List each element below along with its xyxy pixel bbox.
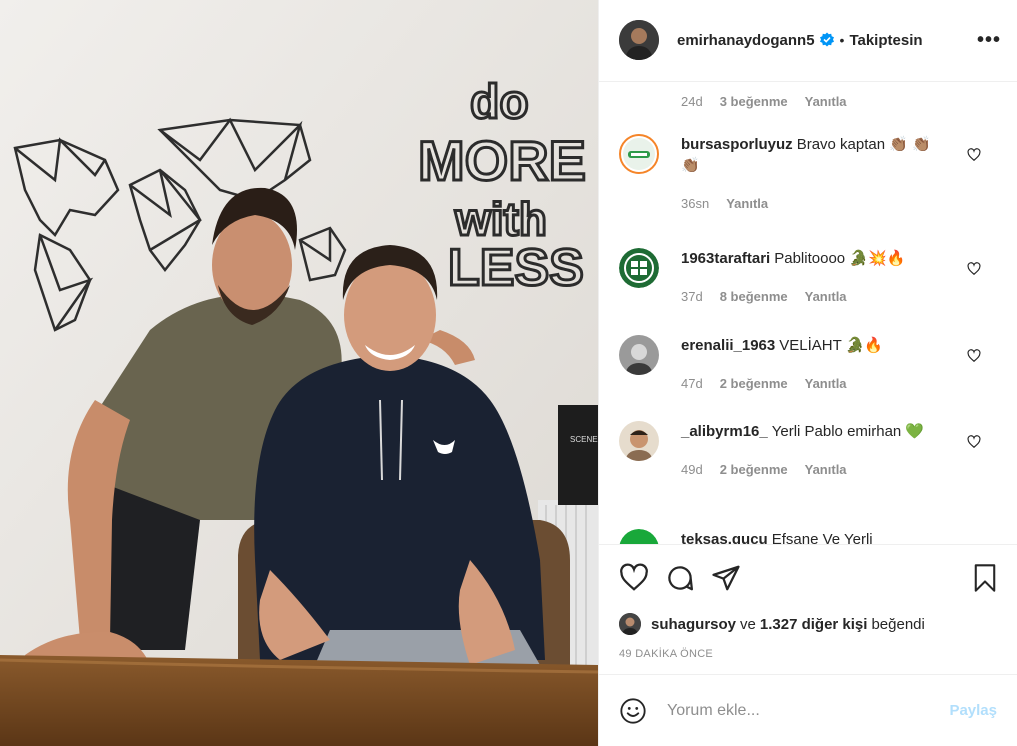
commenter-avatar[interactable] — [619, 334, 659, 375]
comment-likes[interactable]: 3 beğenme — [720, 94, 788, 109]
comment-text: VELİAHT 🐊🔥 — [779, 336, 884, 354]
likes-summary: suhagursoy ve 1.327 diğer kişi beğendi — [599, 610, 1017, 638]
comment-item: teksas.gucu Efsane Ve Yerli — [619, 528, 1001, 545]
comment-text: Pablitoooo 🐊💥🔥 — [774, 249, 906, 267]
comment-meta: 37d 8 beğenme Yanıtla — [681, 286, 943, 307]
likes-others-link[interactable]: 1.327 diğer kişi — [760, 616, 868, 633]
reply-button[interactable]: Yanıtla — [805, 286, 847, 307]
following-button[interactable]: Takiptesin — [849, 32, 922, 49]
liker-username[interactable]: suhagursoy — [651, 616, 736, 633]
comments-list[interactable]: 24d 3 beğenme Yanıtla bursasporluyuz Brav… — [599, 82, 1017, 545]
wall-text-more: MORE — [418, 129, 586, 192]
wall-text-with: with — [454, 193, 547, 245]
post-photo[interactable]: SCENE do MORE with LESS — [0, 0, 598, 746]
wall-text-do: do — [470, 76, 529, 129]
comment-item: erenalii_1963 VELİAHT 🐊🔥 47d 2 beğenme Ya… — [619, 334, 1001, 394]
comment-item: _alibyrm16_ Yerli Pablo emirhan 💚 49d 2 b… — [619, 420, 1001, 480]
comment-likes[interactable]: 2 beğenme — [720, 459, 788, 480]
commenter-username[interactable]: teksas.gucu — [681, 531, 768, 544]
comment-like-heart-icon[interactable] — [967, 262, 981, 281]
emoji-smiley-icon[interactable] — [619, 697, 647, 725]
comment-like-heart-icon[interactable] — [967, 435, 981, 454]
comment-meta: 36sn Yanıtla — [681, 193, 943, 214]
post-comment-button[interactable]: Paylaş — [949, 702, 997, 719]
prev-comment-meta: 24d 3 beğenme Yanıtla — [681, 94, 847, 109]
commenter-username[interactable]: bursasporluyuz — [681, 136, 793, 153]
author-username[interactable]: emirhanaydogann5 — [677, 32, 815, 49]
like-heart-icon[interactable] — [619, 563, 649, 593]
comment-item: 1963taraftari Pablitoooo 🐊💥🔥 37d 8 beğenm… — [619, 247, 1001, 307]
comment-text: Efsane Ve Yerli — [771, 530, 873, 545]
comment-likes[interactable]: 2 beğenme — [720, 373, 788, 394]
post-photo-image: SCENE do MORE with LESS — [0, 0, 598, 746]
commenter-avatar[interactable] — [619, 247, 659, 288]
liker-avatar[interactable] — [619, 613, 641, 636]
author-avatar[interactable] — [619, 20, 659, 61]
post-actions-bar — [599, 544, 1017, 610]
comment-meta: 49d 2 beğenme Yanıtla — [681, 459, 943, 480]
commenter-avatar[interactable] — [619, 420, 659, 461]
comment-bubble-icon[interactable] — [665, 563, 695, 593]
comment-input[interactable] — [667, 701, 950, 720]
comment-item: bursasporluyuz Bravo kaptan 👏🏽 👏🏽👏🏽 36sn … — [619, 133, 1001, 214]
verified-badge-icon — [819, 32, 835, 48]
comment-time: 36sn — [681, 195, 710, 211]
comment-meta: 47d 2 beğenme Yanıtla — [681, 373, 943, 394]
reply-button[interactable]: Yanıtla — [726, 193, 768, 214]
reply-button[interactable]: Yanıtla — [805, 94, 847, 109]
reply-button[interactable]: Yanıtla — [805, 373, 847, 394]
comment-likes[interactable]: 8 beğenme — [720, 286, 788, 307]
header-separator: • — [839, 32, 845, 49]
comment-like-heart-icon[interactable] — [967, 349, 981, 368]
likes-suffix: beğendi — [871, 615, 925, 633]
instagram-post-view: SCENE do MORE with LESS emirhanaydogann5… — [0, 0, 1017, 746]
bookmark-icon[interactable] — [971, 563, 999, 593]
commenter-username[interactable]: erenalii_1963 — [681, 337, 775, 354]
post-side-panel: emirhanaydogann5 • Takiptesin ••• 24d 3 … — [598, 0, 1017, 746]
commenter-username[interactable]: 1963taraftari — [681, 250, 770, 267]
likes-connector: ve — [740, 615, 756, 633]
share-paper-plane-icon[interactable] — [711, 563, 741, 593]
clapper-text: SCENE — [570, 435, 598, 444]
comment-like-heart-icon[interactable] — [967, 148, 981, 167]
wall-text-less: LESS — [448, 239, 584, 297]
comment-text: Yerli Pablo emirhan 💚 — [771, 422, 925, 440]
more-options-icon[interactable]: ••• — [977, 29, 1001, 52]
comment-time: 49d — [681, 461, 703, 477]
comment-time: 47d — [681, 375, 703, 391]
add-comment-bar: Paylaş — [599, 674, 1017, 746]
commenter-username[interactable]: _alibyrm16_ — [681, 423, 768, 440]
commenter-avatar[interactable] — [619, 133, 659, 174]
post-header: emirhanaydogann5 • Takiptesin ••• — [599, 0, 1017, 82]
commenter-avatar[interactable] — [619, 528, 659, 545]
post-timestamp[interactable]: 49 DAKİKA ÖNCE — [599, 638, 1017, 674]
comment-time: 24d — [681, 93, 703, 109]
reply-button[interactable]: Yanıtla — [805, 459, 847, 480]
comment-time: 37d — [681, 288, 703, 304]
